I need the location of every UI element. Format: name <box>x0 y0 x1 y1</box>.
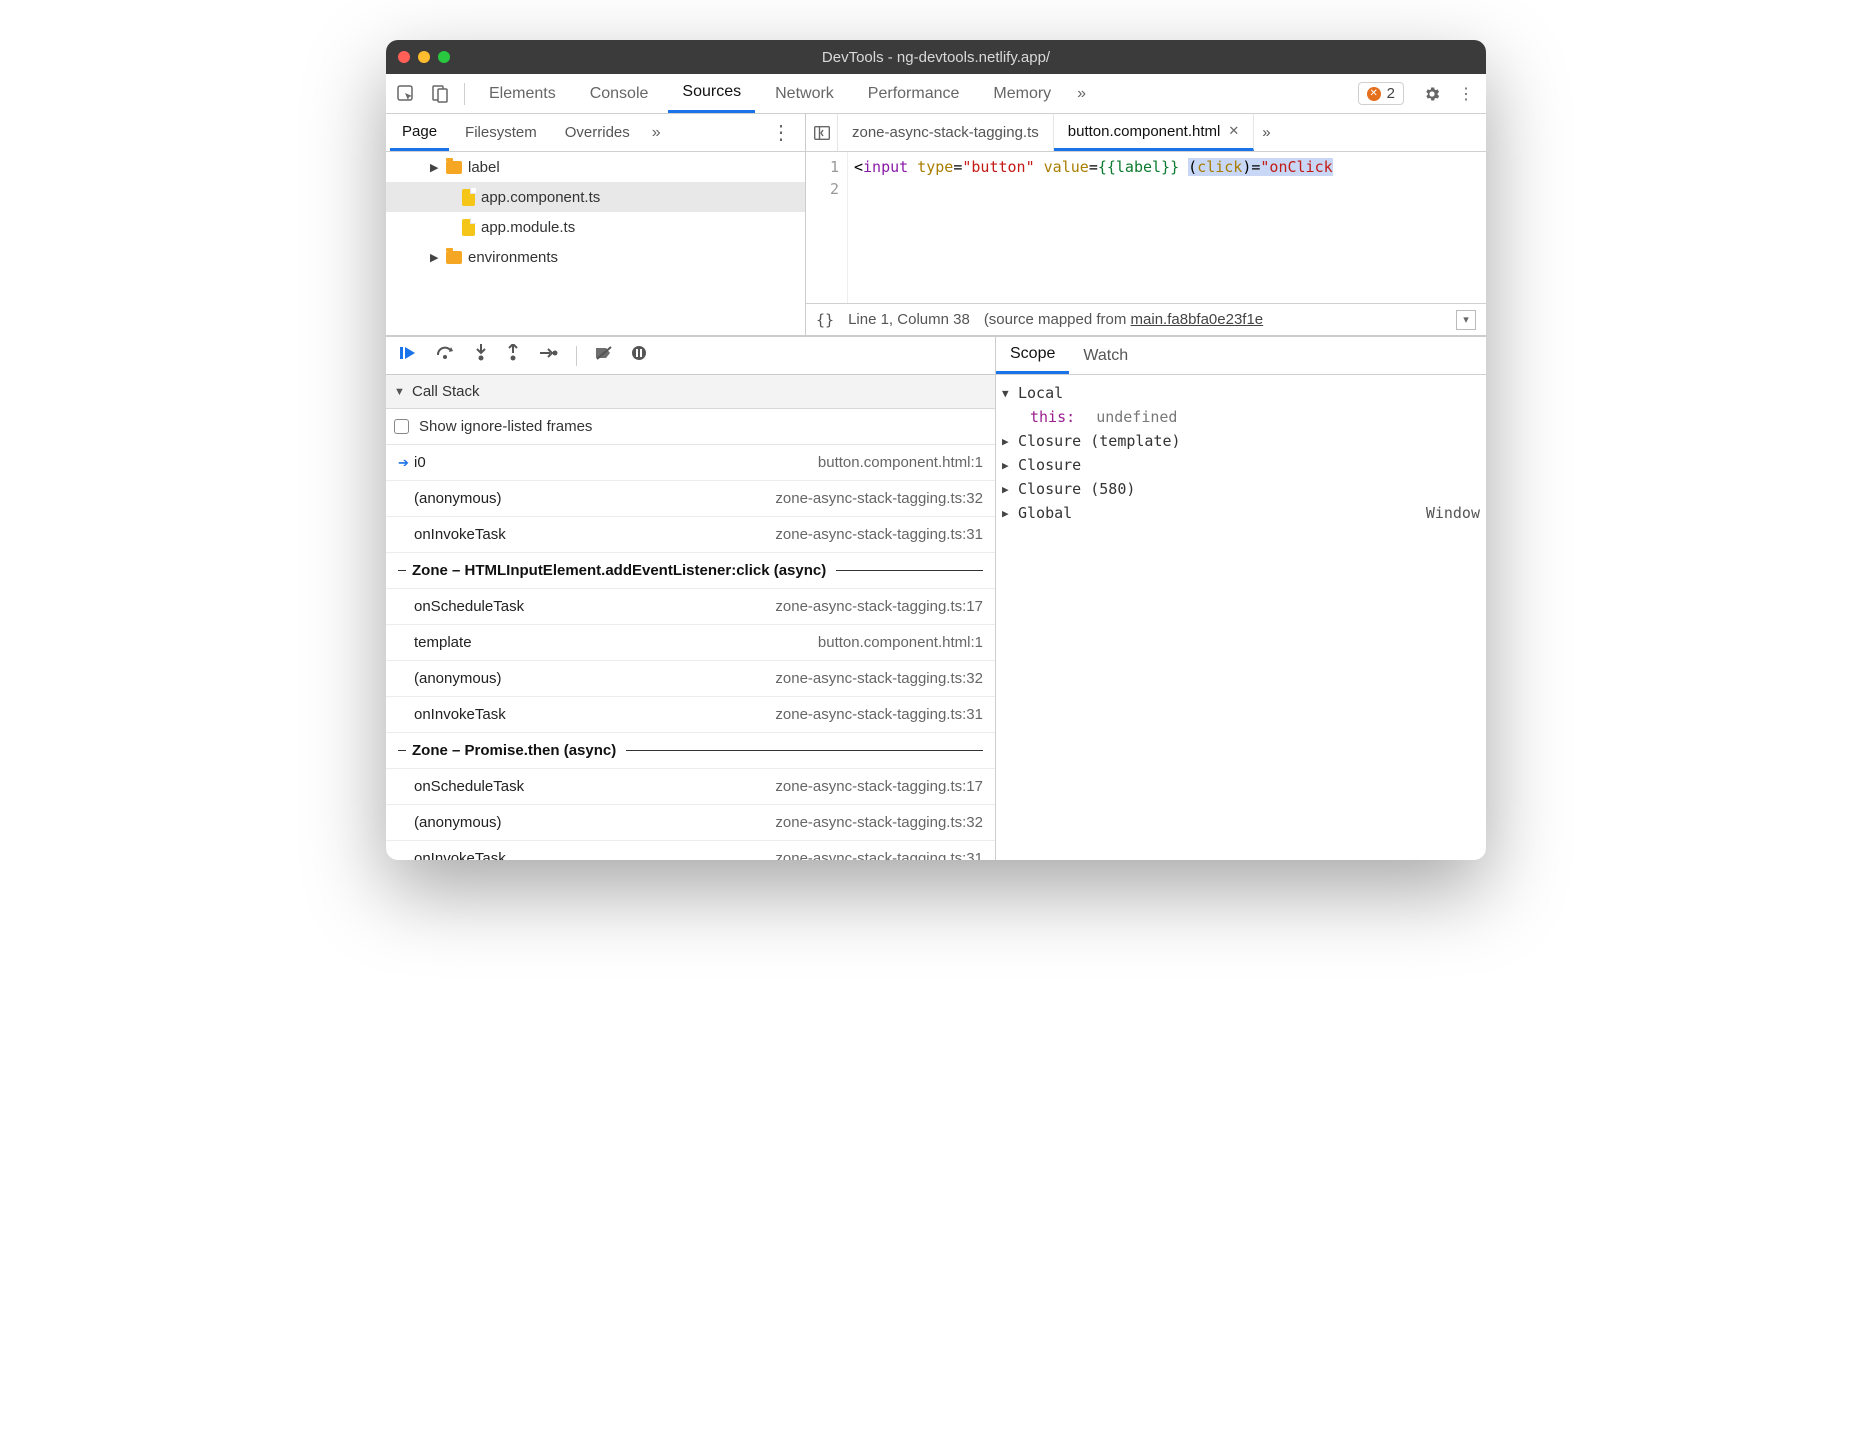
callstack-frame[interactable]: onInvokeTaskzone-async-stack-tagging.ts:… <box>386 697 995 733</box>
callstack-async-group: Zone – HTMLInputElement.addEventListener… <box>386 553 995 589</box>
callstack-frame[interactable]: onInvokeTaskzone-async-stack-tagging.ts:… <box>386 517 995 553</box>
navigator-tab-filesystem[interactable]: Filesystem <box>453 114 549 151</box>
callstack-frame[interactable]: (anonymous)zone-async-stack-tagging.ts:3… <box>386 661 995 697</box>
tab-memory[interactable]: Memory <box>979 74 1065 113</box>
checkbox-icon[interactable] <box>394 419 409 434</box>
device-toggle-icon[interactable] <box>426 80 454 108</box>
callstack-frames: ➔i0button.component.html:1(anonymous)zon… <box>386 445 995 860</box>
navigator-tabbar: Page Filesystem Overrides » ⋮ <box>386 114 805 152</box>
callstack-async-group: Zone – Promise.then (async) <box>386 733 995 769</box>
navigator-tab-overrides[interactable]: Overrides <box>553 114 642 151</box>
navigator-tabs-overflow[interactable]: » <box>646 124 667 142</box>
line-gutter: 12 <box>806 152 848 303</box>
tree-file-app-component[interactable]: app.component.ts <box>386 182 805 212</box>
tabs-overflow-button[interactable]: » <box>1071 74 1092 113</box>
tab-watch[interactable]: Watch <box>1069 337 1142 374</box>
tab-console[interactable]: Console <box>576 74 663 113</box>
devtools-window: DevTools - ng-devtools.netlify.app/ Elem… <box>386 40 1486 860</box>
scope-tabbar: Scope Watch <box>996 337 1486 375</box>
tab-sources[interactable]: Sources <box>668 74 755 113</box>
editor-tabbar: zone-async-stack-tagging.ts button.compo… <box>806 114 1486 152</box>
callstack-frame[interactable]: onScheduleTaskzone-async-stack-tagging.t… <box>386 769 995 805</box>
tab-performance[interactable]: Performance <box>854 74 974 113</box>
chevron-right-icon: ▶ <box>430 161 440 174</box>
tree-folder-environments[interactable]: ▶ environments <box>386 242 805 272</box>
navigator-tab-page[interactable]: Page <box>390 114 449 151</box>
editor-status-bar: {} Line 1, Column 38 (source mapped from… <box>806 303 1486 335</box>
source-map-link[interactable]: main.fa8bfa0e23f1e <box>1131 311 1264 328</box>
code-body[interactable]: <input type="button" value={{label}} (cl… <box>848 152 1486 303</box>
error-count: 2 <box>1387 85 1395 102</box>
tab-network[interactable]: Network <box>761 74 848 113</box>
toggle-navigator-icon[interactable] <box>806 114 838 151</box>
kebab-menu-icon[interactable]: ⋮ <box>1452 80 1480 108</box>
file-icon <box>462 189 475 206</box>
tree-folder-label[interactable]: ▶ label <box>386 152 805 182</box>
pause-exceptions-icon[interactable] <box>631 345 647 366</box>
step-out-icon[interactable] <box>506 344 520 367</box>
code-editor[interactable]: 12 <input type="button" value={{label}} … <box>806 152 1486 303</box>
step-over-icon[interactable] <box>436 345 456 366</box>
deactivate-breakpoints-icon[interactable] <box>595 345 613 366</box>
callstack-header[interactable]: ▼ Call Stack <box>386 375 995 409</box>
callstack-frame[interactable]: templatebutton.component.html:1 <box>386 625 995 661</box>
chevron-down-icon: ▼ <box>394 386 404 398</box>
error-count-badge[interactable]: ✕ 2 <box>1358 82 1404 105</box>
scope-global[interactable]: ▶GlobalWindow <box>1002 501 1480 525</box>
editor-tab-button-component[interactable]: button.component.html ✕ <box>1054 114 1255 151</box>
titlebar: DevTools - ng-devtools.netlify.app/ <box>386 40 1486 74</box>
resume-icon[interactable] <box>400 345 418 366</box>
folder-icon <box>446 161 462 174</box>
navigator-more-icon[interactable]: ⋮ <box>761 120 801 145</box>
debugger-toolbar <box>386 337 995 375</box>
error-icon: ✕ <box>1367 87 1381 101</box>
source-map-info: (source mapped from main.fa8bfa0e23f1e <box>984 311 1263 328</box>
main-tabbar: Elements Console Sources Network Perform… <box>386 74 1486 114</box>
inspect-icon[interactable] <box>392 80 420 108</box>
chevron-right-icon: ▶ <box>430 251 440 264</box>
scope-closure[interactable]: ▶Closure <box>1002 453 1480 477</box>
scope-closure-580[interactable]: ▶Closure (580) <box>1002 477 1480 501</box>
scope-this[interactable]: this: undefined <box>1002 405 1480 429</box>
tree-file-app-module[interactable]: app.module.ts <box>386 212 805 242</box>
ignore-listed-toggle[interactable]: Show ignore-listed frames <box>386 409 995 445</box>
editor-panel: zone-async-stack-tagging.ts button.compo… <box>806 114 1486 335</box>
callstack-frame[interactable]: ➔i0button.component.html:1 <box>386 445 995 481</box>
window-title: DevTools - ng-devtools.netlify.app/ <box>386 49 1486 66</box>
tab-elements[interactable]: Elements <box>475 74 570 113</box>
step-into-icon[interactable] <box>474 344 488 367</box>
pretty-print-icon[interactable]: {} <box>816 311 834 329</box>
scope-panel: Scope Watch ▼Local this: undefined ▶Clos… <box>996 337 1486 860</box>
step-icon[interactable] <box>538 346 558 365</box>
close-tab-icon[interactable]: ✕ <box>1228 123 1239 139</box>
settings-icon[interactable] <box>1418 80 1446 108</box>
debugger-pane: ▼ Call Stack Show ignore-listed frames ➔… <box>386 336 1486 860</box>
sources-upper-pane: Page Filesystem Overrides » ⋮ ▶ label ap… <box>386 114 1486 336</box>
callstack-frame[interactable]: onScheduleTaskzone-async-stack-tagging.t… <box>386 589 995 625</box>
navigator-panel: Page Filesystem Overrides » ⋮ ▶ label ap… <box>386 114 806 335</box>
scope-local[interactable]: ▼Local <box>1002 381 1480 405</box>
scope-tree: ▼Local this: undefined ▶Closure (templat… <box>996 375 1486 860</box>
scope-closure-template[interactable]: ▶Closure (template) <box>1002 429 1480 453</box>
cursor-position: Line 1, Column 38 <box>848 311 970 328</box>
file-icon <box>462 219 475 236</box>
callstack-frame[interactable]: onInvokeTaskzone-async-stack-tagging.ts:… <box>386 841 995 860</box>
tab-scope[interactable]: Scope <box>996 337 1069 374</box>
editor-details-toggle-icon[interactable]: ▾ <box>1456 310 1476 330</box>
editor-tab-zone[interactable]: zone-async-stack-tagging.ts <box>838 114 1054 151</box>
callstack-frame[interactable]: (anonymous)zone-async-stack-tagging.ts:3… <box>386 481 995 517</box>
folder-icon <box>446 251 462 264</box>
file-tree: ▶ label app.component.ts app.module.ts ▶… <box>386 152 805 335</box>
editor-tabs-overflow[interactable]: » <box>1254 114 1278 151</box>
callstack-panel: ▼ Call Stack Show ignore-listed frames ➔… <box>386 337 996 860</box>
callstack-frame[interactable]: (anonymous)zone-async-stack-tagging.ts:3… <box>386 805 995 841</box>
